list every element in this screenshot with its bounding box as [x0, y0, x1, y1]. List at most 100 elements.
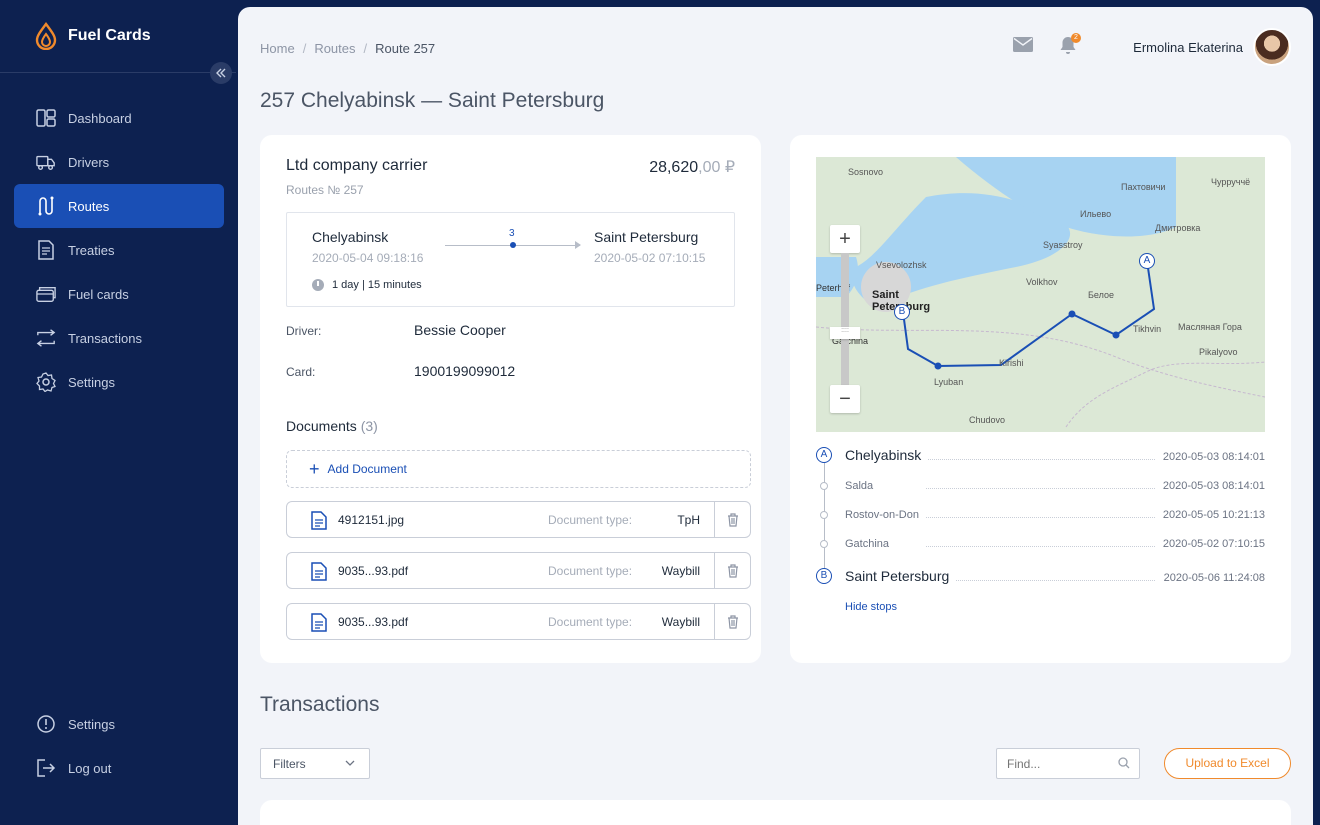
document-row[interactable]: 9035...93.pdf Document type: Waybill	[286, 603, 751, 640]
sidebar-item-label: Fuel cards	[68, 286, 129, 302]
document-icon	[36, 240, 56, 260]
map-marker-a[interactable]: A	[1139, 253, 1155, 269]
stop-name: Gatchina	[845, 538, 896, 550]
notifications-button[interactable]: 2	[1059, 33, 1081, 57]
sidebar-item-transactions[interactable]: Transactions	[14, 316, 224, 360]
stop-dot	[820, 482, 828, 490]
price-cents: ,00 ₽	[698, 159, 735, 176]
zoom-slider-handle[interactable]: ::::	[830, 327, 860, 339]
map-zoom-control: + :::: −	[830, 225, 860, 415]
sidebar-item-logout[interactable]: Log out	[14, 746, 224, 790]
breadcrumb-current: Route 257	[375, 40, 436, 56]
document-name: 9035...93.pdf	[338, 564, 409, 578]
route-map[interactable]: Sosnovo Пахтовичи Чурруччё Ильево Дмитро…	[816, 157, 1265, 432]
document-type-label: Document type:	[548, 615, 633, 629]
mail-icon[interactable]	[1013, 37, 1033, 57]
delete-document-button[interactable]	[714, 502, 750, 537]
zoom-in-button[interactable]: +	[830, 225, 860, 253]
document-type: TpH	[677, 513, 700, 527]
clock-icon	[312, 279, 324, 291]
arrow-right-icon	[575, 241, 581, 249]
file-icon	[311, 562, 327, 581]
plus-icon: +	[309, 459, 320, 479]
avatar[interactable]	[1253, 28, 1291, 66]
breadcrumb: Home / Routes / Route 257	[260, 41, 435, 56]
sidebar-item-routes[interactable]: Routes	[14, 184, 224, 228]
breadcrumb-separator: /	[302, 40, 307, 56]
user-name[interactable]: Ermolina Ekaterina	[1133, 40, 1243, 55]
document-row[interactable]: 4912151.jpg Document type: TpH	[286, 501, 751, 538]
logo[interactable]: Fuel Cards	[34, 22, 151, 50]
stop-dot	[820, 540, 828, 548]
topbar: Home / Routes / Route 257 2 Ermolina Eka…	[260, 28, 1291, 66]
document-name: 4912151.jpg	[338, 513, 405, 527]
sidebar-item-dashboard[interactable]: Dashboard	[14, 96, 224, 140]
route-destination: Saint Petersburg	[594, 229, 699, 245]
driver-value: Bessie Cooper	[414, 322, 506, 338]
sidebar-item-label: Dashboard	[68, 110, 132, 126]
map-marker-b[interactable]: B	[894, 304, 910, 320]
app-name: Fuel Cards	[68, 27, 151, 44]
documents-count: (3)	[360, 418, 378, 434]
filters-label: Filters	[273, 757, 306, 771]
search-icon	[1118, 757, 1130, 769]
stop-marker-b: B	[816, 568, 832, 584]
trash-icon	[727, 512, 738, 527]
document-type: Waybill	[661, 615, 700, 629]
upload-to-excel-button[interactable]: Upload to Excel	[1164, 748, 1291, 779]
sidebar-item-label: Log out	[68, 760, 112, 776]
sidebar-item-settings-bottom[interactable]: Settings	[14, 702, 224, 746]
sidebar-item-settings[interactable]: Settings	[14, 360, 224, 404]
document-type-label: Document type:	[548, 513, 633, 527]
sidebar-item-treaties[interactable]: Treaties	[14, 228, 224, 272]
stop-leader	[926, 459, 1155, 460]
sidebar-item-fuel-cards[interactable]: Fuel cards	[14, 272, 224, 316]
divider	[0, 72, 236, 73]
add-document-button[interactable]: + Add Document	[286, 450, 751, 488]
breadcrumb-routes[interactable]: Routes	[314, 41, 355, 56]
notification-badge: 2	[1071, 33, 1081, 43]
map-label: Tikhvin	[1133, 324, 1162, 334]
document-type-label: Document type:	[548, 564, 633, 578]
breadcrumb-home[interactable]: Home	[260, 41, 295, 56]
stop-name: Salda	[845, 480, 880, 492]
zoom-slider-track[interactable]	[841, 253, 849, 387]
route-card: Ltd company carrier 28,620,00 ₽ Routes №…	[260, 135, 761, 663]
map-label: Ильево	[1080, 209, 1112, 219]
page-title: 257 Chelyabinsk — Saint Petersburg	[260, 89, 605, 112]
sidebar-item-drivers[interactable]: Drivers	[14, 140, 224, 184]
zoom-out-button[interactable]: −	[830, 385, 860, 413]
sidebar-item-label: Drivers	[68, 154, 110, 170]
sidebar-item-label: Settings	[68, 374, 115, 390]
map-label: Volkhov	[1026, 277, 1058, 287]
carrier-name: Ltd company carrier	[286, 157, 428, 174]
dashboard-icon	[36, 108, 56, 128]
double-chevron-left-icon	[216, 68, 226, 78]
delete-document-button[interactable]	[714, 553, 750, 588]
stop-date: 2020-05-03 08:14:01	[1162, 451, 1265, 463]
collapse-sidebar-button[interactable]	[210, 62, 232, 84]
route-origin-date: 2020-05-04 09:18:16	[312, 251, 424, 265]
map-card: Sosnovo Пахтовичи Чурруччё Ильево Дмитро…	[790, 135, 1291, 663]
hide-stops-link[interactable]: Hide stops	[845, 601, 897, 613]
stop-date: 2020-05-02 07:10:15	[1162, 538, 1265, 550]
stop-leader	[926, 517, 1155, 518]
map-label: Чурруччё	[1211, 177, 1251, 187]
documents-title-text: Documents	[286, 418, 357, 434]
delete-document-button[interactable]	[714, 604, 750, 639]
stop-name: Rostov-on-Don	[845, 509, 925, 521]
route-number: Routes № 257	[286, 183, 364, 197]
route-origin: Chelyabinsk	[312, 229, 389, 245]
map-label: Белое	[1088, 290, 1114, 300]
fuel-drop-icon	[35, 22, 57, 50]
map-label: Pikalyovo	[1199, 347, 1238, 357]
filters-dropdown[interactable]: Filters	[260, 748, 370, 779]
map-label: Дмитровка	[1155, 223, 1201, 233]
card-label: Card:	[286, 365, 316, 379]
transactions-title: Transactions	[260, 693, 380, 716]
stop-dot	[820, 511, 828, 519]
route-duration-text: 1 day | 15 minutes	[332, 279, 422, 291]
document-name: 9035...93.pdf	[338, 615, 409, 629]
document-row[interactable]: 9035...93.pdf Document type: Waybill	[286, 552, 751, 589]
transactions-icon	[36, 328, 56, 348]
